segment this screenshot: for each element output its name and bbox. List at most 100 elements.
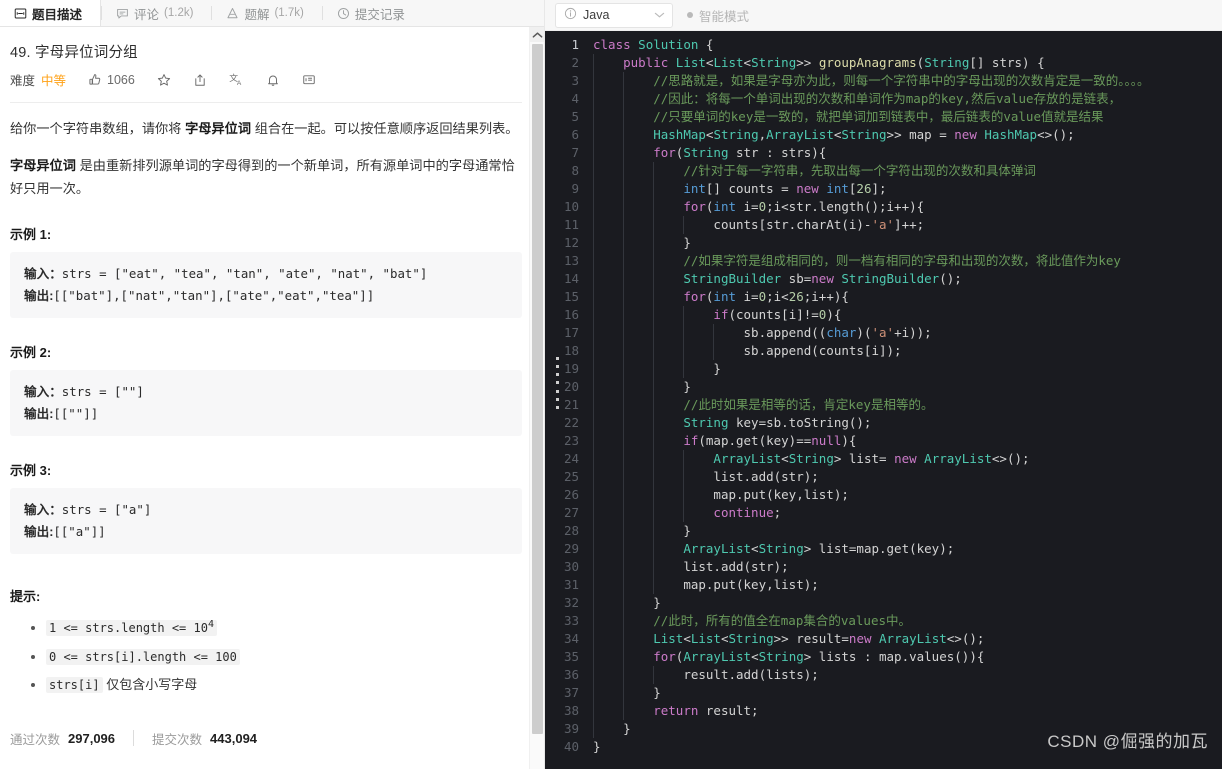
code-line[interactable]: ArrayList<String> list= new ArrayList<>(… (593, 450, 1222, 468)
code-line[interactable]: continue; (593, 504, 1222, 522)
indent-guide (623, 324, 625, 342)
code-line[interactable]: } (593, 738, 1222, 756)
code-line[interactable]: return result; (593, 702, 1222, 720)
code-editor[interactable]: 1 2 3 4 5 6 7 8 9 10 11 12 13 14 15 16 17 18 19 20 21 22 23 24 2… (545, 31, 1222, 769)
code-token: new (894, 451, 917, 466)
code-line[interactable]: //此时如果是相等的话，肯定key是相等的。 (593, 396, 1222, 414)
code-line[interactable]: map.put(key,list); (593, 486, 1222, 504)
code-line[interactable]: //因此：将每一个单词出现的次数和单词作为map的key,然后value存放的是… (593, 90, 1222, 108)
code-line[interactable]: List<List<String>> result=new ArrayList<… (593, 630, 1222, 648)
code-token: 'a' (871, 217, 895, 232)
code-line[interactable]: public List<List<String>> groupAnagrams(… (593, 54, 1222, 72)
line-number: 37 (563, 685, 579, 700)
code-line[interactable]: //此时，所有的值全在map集合的values中。 (593, 612, 1222, 630)
indent-guide (593, 54, 594, 72)
line-number: 24 (563, 451, 579, 466)
code-line[interactable]: sb.append(counts[i]); (593, 342, 1222, 360)
tab-description[interactable]: 题目描述 (0, 0, 102, 26)
notification-button[interactable] (266, 73, 280, 87)
code-line[interactable]: sb.append((char)('a'+i)); (593, 324, 1222, 342)
code-line[interactable]: //如果字符是组成相同的，则一档有相同的字母和出现的次数，将此值作为key (593, 252, 1222, 270)
code-token: list.add(str); (713, 469, 819, 484)
line-number: 11 (563, 217, 579, 232)
tab-comments[interactable]: 评论 (1.2k) (102, 0, 211, 26)
share-button[interactable] (193, 73, 207, 87)
language-selector[interactable]: Java (555, 2, 673, 28)
indent-guide (623, 378, 625, 396)
example-3-title: 示例 3: (10, 463, 52, 479)
like-button[interactable]: 1066 (88, 73, 135, 87)
indent-guide (653, 288, 655, 306)
code-line[interactable]: for(int i=0;i<str.length();i++){ (593, 198, 1222, 216)
indent-guide (623, 90, 625, 108)
code-line[interactable]: for(ArrayList<String> lists : map.values… (593, 648, 1222, 666)
indent-guide (593, 306, 594, 324)
tab-count: (1.2k) (164, 7, 194, 19)
tab-count: (1.7k) (274, 7, 304, 19)
code-line[interactable]: } (593, 360, 1222, 378)
code-line[interactable]: HashMap<String,ArrayList<String>> map = … (593, 126, 1222, 144)
code-line[interactable]: } (593, 522, 1222, 540)
indent-guide (593, 612, 594, 630)
code-line[interactable]: } (593, 684, 1222, 702)
code-line[interactable]: counts[str.charAt(i)-'a']++; (593, 216, 1222, 234)
problem-meta-row: 难度 中等 1066 文 A (10, 70, 522, 89)
favorite-button[interactable] (157, 73, 171, 87)
code-token: { (698, 37, 714, 52)
indent-guide (683, 468, 685, 486)
code-line[interactable]: } (593, 234, 1222, 252)
indent-guide (593, 234, 594, 252)
code-line[interactable]: } (593, 594, 1222, 612)
hint-code-text: 1 <= strs.length <= 10 (49, 621, 208, 636)
code-line[interactable]: ArrayList<String> list=map.get(key); (593, 540, 1222, 558)
indent-guide (623, 216, 625, 234)
code-token: key=sb.toString(); (728, 415, 872, 430)
hints-title: 提示: (10, 589, 41, 605)
indent-guide (653, 216, 655, 234)
line-number: 14 (563, 271, 579, 286)
feedback-button[interactable] (302, 73, 316, 87)
problem-description-p1: 给你一个字符串数组，请你将 字母异位词 组合在一起。可以按任意顺序返回结果列表。 (10, 117, 522, 140)
panel-splitter-handle[interactable] (553, 357, 561, 409)
chevron-down-icon[interactable] (654, 8, 665, 22)
code-line[interactable]: //思路就是，如果是字母亦为此，则每一个字符串中的字母出现的次数肯定是一致的。。… (593, 72, 1222, 90)
code-line[interactable]: } (593, 378, 1222, 396)
indent-guide (593, 270, 594, 288)
indent-guide (593, 144, 594, 162)
problem-scrollbar[interactable] (529, 27, 544, 769)
line-number: 8 (571, 163, 579, 178)
code-line[interactable]: //只要单词的key是一致的，就把单词加到链表中，最后链表的value值就是结果 (593, 108, 1222, 126)
indent-guide (623, 630, 625, 648)
code-line[interactable]: if(map.get(key)==null){ (593, 432, 1222, 450)
example-1-title: 示例 1: (10, 227, 52, 243)
code-line[interactable]: list.add(str); (593, 558, 1222, 576)
input-label: 输入： (24, 267, 62, 282)
code-line[interactable]: result.add(lists); (593, 666, 1222, 684)
code-line[interactable]: //针对于每一字符串，先取出每一个字符出现的次数和具体弹词 (593, 162, 1222, 180)
translate-button[interactable]: 文A (229, 72, 244, 87)
code-token: [] counts = (705, 181, 797, 196)
scrollbar-thumb[interactable] (532, 44, 543, 734)
code-line[interactable]: int[] counts = new int[26]; (593, 180, 1222, 198)
input-value: strs = ["a"] (61, 502, 152, 518)
code-token: (map.get(key)== (698, 433, 812, 448)
code-text-area[interactable]: class Solution { public List<List<String… (587, 31, 1222, 769)
code-line[interactable]: StringBuilder sb=new StringBuilder(); (593, 270, 1222, 288)
code-token: ]; (871, 181, 887, 196)
line-number: 34 (563, 631, 579, 646)
code-token: //思路就是，如果是字母亦为此，则每一个字符串中的字母出现的次数肯定是一致的。。… (653, 73, 1150, 88)
code-line[interactable]: for(int i=0;i<26;i++){ (593, 288, 1222, 306)
code-line[interactable]: String key=sb.toString(); (593, 414, 1222, 432)
tab-solutions[interactable]: 题解 (1.7k) (212, 0, 321, 26)
code-line[interactable]: map.put(key,list); (593, 576, 1222, 594)
code-line[interactable]: for(String str : strs){ (593, 144, 1222, 162)
code-line[interactable]: class Solution { (593, 36, 1222, 54)
scroll-up-arrow-icon[interactable] (530, 27, 544, 42)
code-line[interactable]: if(counts[i]!=0){ (593, 306, 1222, 324)
code-token: } (653, 685, 661, 700)
code-line[interactable]: list.add(str); (593, 468, 1222, 486)
tab-submissions[interactable]: 提交记录 (323, 0, 423, 26)
code-line[interactable]: } (593, 720, 1222, 738)
smart-mode-toggle[interactable]: 智能模式 (687, 6, 749, 25)
